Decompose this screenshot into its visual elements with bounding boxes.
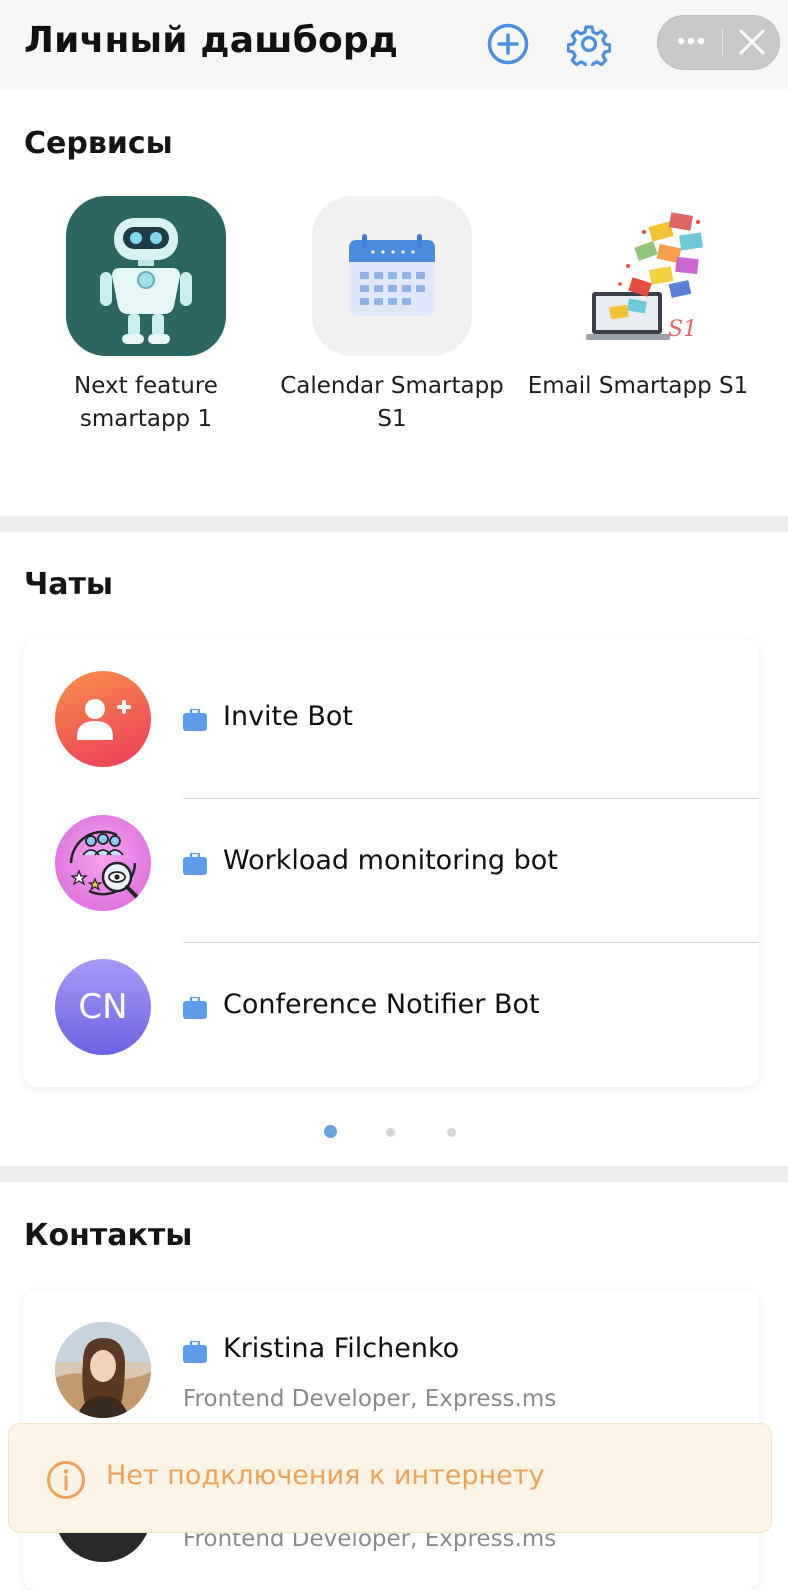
- team-monitoring-icon: [55, 815, 151, 911]
- contact-name: Kristina Filchenko: [223, 1333, 460, 1364]
- service-label-line1: Calendar Smartapp: [280, 373, 504, 399]
- avatar-initials-text: CN: [78, 987, 128, 1027]
- service-label-line2: smartapp 1: [79, 406, 213, 432]
- close-icon[interactable]: [724, 16, 780, 69]
- header-bar: Личный дашборд: [0, 0, 788, 90]
- add-user-icon: [55, 671, 151, 767]
- avatar: [55, 1322, 151, 1418]
- briefcase-icon: [183, 853, 207, 875]
- chats-pagination: [0, 1125, 788, 1139]
- chat-name: Workload monitoring bot: [223, 845, 558, 876]
- service-email-smartapp[interactable]: S1 Email Smartapp S1: [515, 196, 761, 403]
- info-circle-icon: [47, 1461, 85, 1499]
- chat-item-conference-notifier-bot[interactable]: CN Conference Notifier Bot: [23, 935, 759, 1079]
- gear-icon[interactable]: [567, 22, 611, 66]
- service-label-line1: Next feature: [74, 373, 218, 399]
- chat-item-workload-monitoring-bot[interactable]: Workload monitoring bot: [23, 791, 759, 935]
- ellipsis-icon[interactable]: [658, 16, 722, 69]
- svg-text:S1: S1: [668, 317, 697, 342]
- toast-text: Нет подключения к интернету: [106, 1460, 545, 1491]
- services-title: Сервисы: [24, 126, 173, 161]
- briefcase-icon: [183, 997, 207, 1019]
- robot-icon: [66, 196, 226, 356]
- service-calendar-smartapp[interactable]: Calendar Smartapp S1: [269, 196, 515, 436]
- pagination-dot-active[interactable]: [324, 1125, 337, 1138]
- plus-circle-icon[interactable]: [486, 22, 530, 66]
- service-next-feature-smartapp[interactable]: Next feature smartapp 1: [23, 196, 269, 436]
- capsule-divider: [722, 29, 723, 56]
- contact-item-kristina-filchenko[interactable]: Kristina Filchenko Frontend Developer, E…: [23, 1298, 759, 1442]
- calendar-icon: [312, 196, 472, 356]
- pagination-dot[interactable]: [447, 1128, 456, 1137]
- chats-title: Чаты: [24, 567, 114, 602]
- service-label-line1: Email Smartapp S1: [527, 373, 749, 399]
- pagination-dot[interactable]: [386, 1128, 395, 1137]
- chat-name: Conference Notifier Bot: [223, 989, 540, 1020]
- briefcase-icon: [183, 1341, 207, 1363]
- offline-toast: Нет подключения к интернету: [8, 1423, 772, 1533]
- contacts-title: Контакты: [24, 1218, 193, 1253]
- contact-subtitle: Frontend Developer, Express.ms: [183, 1386, 557, 1412]
- avatar-initials: CN: [55, 959, 151, 1055]
- chat-item-invite-bot[interactable]: Invite Bot: [23, 647, 759, 791]
- page-title: Личный дашборд: [24, 20, 399, 61]
- chat-name: Invite Bot: [223, 701, 353, 732]
- miniapp-capsule: [657, 15, 780, 70]
- chats-card: Invite Bot Workload monitoring bot CN Co…: [23, 639, 759, 1087]
- service-label-line2: S1: [377, 406, 407, 432]
- email-envelopes-icon: S1: [558, 196, 718, 356]
- section-divider: [0, 1166, 788, 1182]
- briefcase-icon: [183, 709, 207, 731]
- section-divider: [0, 516, 788, 532]
